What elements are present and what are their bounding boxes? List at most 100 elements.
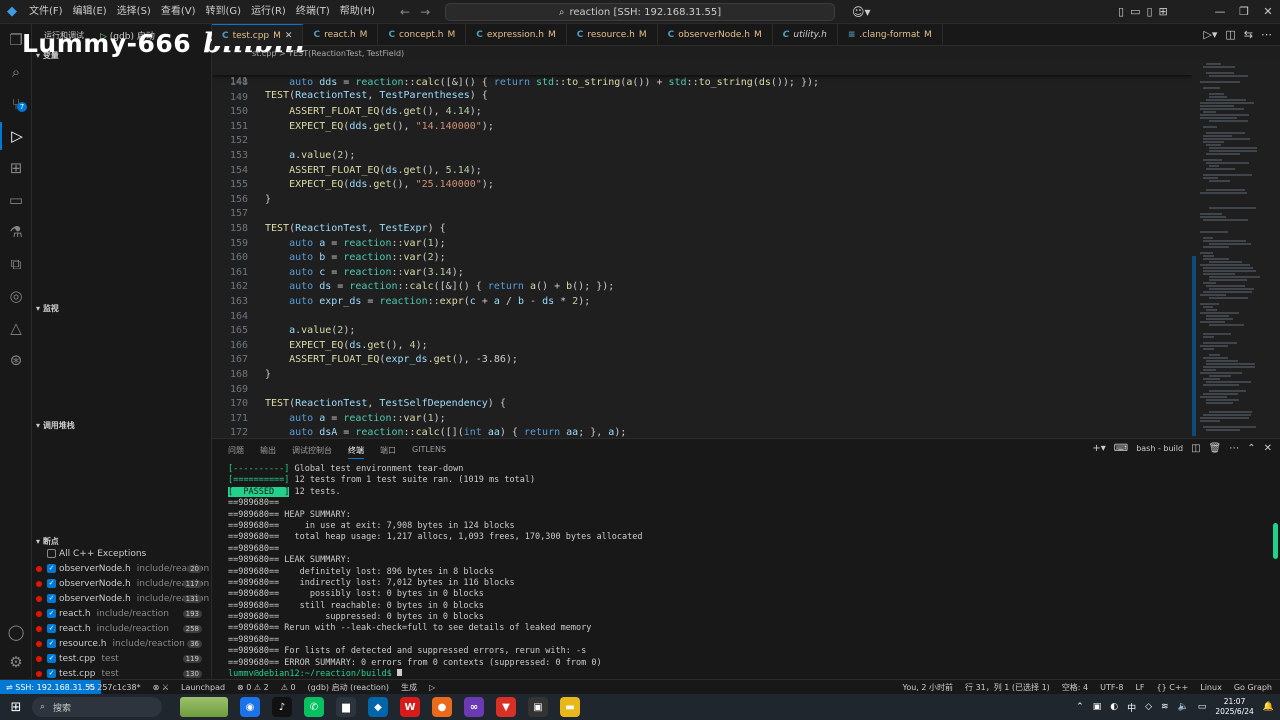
panel-tab[interactable]: 问题 xyxy=(228,445,244,459)
code-line[interactable]: 158 TEST(ReactionTest, TestExpr) { xyxy=(212,222,1192,236)
code-line[interactable]: 166 EXPECT_EQ(ds.get(), 4); xyxy=(212,339,1192,353)
menu-item[interactable]: 查看(V) xyxy=(156,0,201,24)
command-center[interactable]: ⌕ reaction [SSH: 192.168.31.55] xyxy=(445,3,835,21)
code-line[interactable]: 169 xyxy=(212,383,1192,397)
breakpoint-item[interactable]: ✓ observerNode.h include/reaction 131 xyxy=(36,591,209,606)
minimize-icon[interactable]: — xyxy=(1208,0,1232,24)
tray-chevron-icon[interactable]: ⌃ xyxy=(1076,702,1084,712)
cmake-icon[interactable]: △ xyxy=(0,314,32,342)
tab-react-h[interactable]: Creact.h M xyxy=(303,24,379,46)
code-line[interactable]: 165 a.value(2); xyxy=(212,324,1192,338)
accounts-icon[interactable]: ◯ xyxy=(0,618,32,646)
customize-layout-icon[interactable]: ⊞ xyxy=(1159,0,1168,24)
tab-resource-h[interactable]: Cresource.h M xyxy=(567,24,658,46)
status-item[interactable]: LF xyxy=(1135,680,1144,695)
code-line[interactable]: 160 auto b = reaction::var(2); xyxy=(212,251,1192,265)
breakpoint-checkbox[interactable]: ✓ xyxy=(47,669,56,678)
tray-app-icon[interactable]: ▣ xyxy=(1093,702,1102,712)
folder-icon[interactable]: ▬ xyxy=(560,697,580,717)
code-editor[interactable]: 148 auto dds = reaction::calc([&]() { re… xyxy=(212,61,1192,438)
minimap[interactable] xyxy=(1192,61,1280,438)
breakpoint-checkbox[interactable]: ✓ xyxy=(47,594,56,603)
toggle-sidebar-icon[interactable]: ▯ xyxy=(1118,0,1124,24)
restore-icon[interactable]: ❐ xyxy=(1232,0,1256,24)
more-actions-icon[interactable]: ⋯ xyxy=(1261,24,1272,46)
menu-item[interactable]: 编辑(E) xyxy=(68,0,112,24)
code-line[interactable]: 151 EXPECT_EQ(dds.get(), "14.140000"); xyxy=(212,120,1192,134)
panel-tab[interactable]: 调试控制台 xyxy=(292,445,332,459)
status-item[interactable]: (gdb) 启动 (reaction) xyxy=(308,680,389,695)
kill-terminal-icon[interactable]: 🗑 xyxy=(1209,443,1222,454)
code-line[interactable]: 171 auto a = reaction::var(1); xyxy=(212,412,1192,426)
visual-studio-icon[interactable]: ∞ xyxy=(464,697,484,717)
gitlens-compare-icon[interactable]: ⇆ xyxy=(1244,24,1253,46)
breakpoint-item[interactable]: ✓ observerNode.h include/reaction 117 xyxy=(36,576,209,591)
split-terminal-icon[interactable]: ◫ xyxy=(1191,443,1200,454)
code-line[interactable]: 156} xyxy=(212,193,1192,207)
code-line[interactable]: 154 ASSERT_FLOAT_EQ(ds.get(), 5.14); xyxy=(212,164,1192,178)
gitgraph-icon[interactable]: ⊛ xyxy=(0,346,32,374)
notifications-icon[interactable]: 🔔 xyxy=(1263,702,1274,712)
battery-icon[interactable]: ▭ xyxy=(1198,702,1207,712)
breakpoint-checkbox[interactable]: ✓ xyxy=(47,654,56,663)
wps-icon[interactable]: W xyxy=(400,697,420,717)
split-editor-icon[interactable]: ◫ xyxy=(1225,24,1235,46)
watch-section-header[interactable]: ▾ 监视 xyxy=(36,303,59,314)
close-window-icon[interactable]: ✕ xyxy=(1256,0,1280,24)
breakpoint-checkbox[interactable]: ✓ xyxy=(47,624,56,633)
callstack-section-header[interactable]: ▾ 调用堆栈 xyxy=(36,420,75,431)
terminal-name[interactable]: bash - build xyxy=(1136,444,1183,453)
testing-icon[interactable]: ⚗ xyxy=(0,218,32,246)
tray-app-icon[interactable]: ◇ xyxy=(1145,702,1152,712)
code-line[interactable]: 167 ASSERT_FLOAT_EQ(expr_ds.get(), -3.86… xyxy=(212,353,1192,367)
input-method-icon[interactable]: 中 xyxy=(1127,701,1136,714)
code-line[interactable]: 161 auto c = reaction::var(3.14); xyxy=(212,266,1192,280)
wifi-icon[interactable]: ≋ xyxy=(1161,702,1169,712)
back-arrow-icon[interactable]: ← xyxy=(400,0,410,24)
panel-tab[interactable]: 终端 xyxy=(348,445,364,459)
menu-item[interactable]: 帮助(H) xyxy=(335,0,380,24)
more-actions-icon[interactable]: ⋯ xyxy=(1229,443,1239,454)
status-item[interactable]: 空格: 4 xyxy=(1062,680,1088,695)
code-line[interactable]: 157 xyxy=(212,207,1192,221)
search-view-icon[interactable]: ⌕ xyxy=(0,58,32,86)
remote-explorer-icon[interactable]: ▭ xyxy=(0,186,32,214)
status-item[interactable]: Launchpad xyxy=(181,680,225,695)
sticky-scroll-line[interactable]: 141 TEST(ReactionTest, TestParentheses) … xyxy=(212,61,1192,101)
tiktok-icon[interactable]: ♪ xyxy=(272,697,292,717)
menu-item[interactable]: 运行(R) xyxy=(246,0,291,24)
panel-tab[interactable]: GITLENS xyxy=(412,445,446,459)
status-item[interactable]: ▷ xyxy=(429,680,435,695)
source-control-icon[interactable]: ⑂ xyxy=(0,90,32,118)
tab-concept-h[interactable]: Cconcept.h M xyxy=(378,24,467,46)
tray-app-icon[interactable]: ◐ xyxy=(1110,702,1118,712)
tab-clang-format[interactable]: ≡ .clang-format M xyxy=(838,24,943,46)
close-panel-icon[interactable]: ✕ xyxy=(1264,443,1272,454)
toggle-secondary-sidebar-icon[interactable]: ▯ xyxy=(1146,0,1152,24)
copilot-icon[interactable]: ☺▾ xyxy=(852,0,871,24)
breakpoint-checkbox[interactable] xyxy=(47,549,56,558)
taskbar-search[interactable]: ⌕ 搜索 xyxy=(32,697,162,717)
code-line[interactable]: 172 auto dsA = reaction::calc([](int aa)… xyxy=(212,426,1192,438)
terminal-prompt-line[interactable]: lummy@debian12:~/reaction/build$ xyxy=(228,669,1268,676)
terminal-app-icon[interactable]: ▣ xyxy=(528,697,548,717)
status-item[interactable]: ⚠ 0 xyxy=(281,680,296,695)
status-item[interactable]: {} C++ xyxy=(1157,680,1189,695)
status-item[interactable]: Go Graph xyxy=(1234,680,1272,695)
code-line[interactable]: 150 ASSERT_FLOAT_EQ(ds.get(), 4.14); xyxy=(212,105,1192,119)
taskbar-clock[interactable]: 21:07 2025/6/24 xyxy=(1215,697,1253,717)
breakpoint-checkbox[interactable]: ✓ xyxy=(47,639,56,648)
gitlens-icon[interactable]: ◎ xyxy=(0,282,32,310)
settings-gear-icon[interactable]: ⚙ xyxy=(0,648,32,676)
code-line[interactable]: 162 auto ds = reaction::calc([&]() { ret… xyxy=(212,280,1192,294)
remote-indicator[interactable]: ⇌ SSH: 192.168.31.55 xyxy=(0,680,102,695)
vivaldi-icon[interactable]: ▼ xyxy=(496,697,516,717)
breakpoint-item[interactable]: ✓ react.h include/reaction 258 xyxy=(36,621,208,636)
status-item[interactable]: 行 31，列 1 (已选择 1) xyxy=(965,680,1050,695)
code-line[interactable]: 170 TEST(ReactionTest, TestSelfDependency… xyxy=(212,397,1192,411)
close-tab-icon[interactable]: ✕ xyxy=(285,31,293,41)
volume-icon[interactable]: 🔈 xyxy=(1178,702,1189,712)
wechat-icon[interactable]: ✆ xyxy=(304,697,324,717)
status-item[interactable]: UTF-8 xyxy=(1100,680,1123,695)
run-debug-dropdown-icon[interactable]: ▷▾ xyxy=(1203,24,1217,46)
